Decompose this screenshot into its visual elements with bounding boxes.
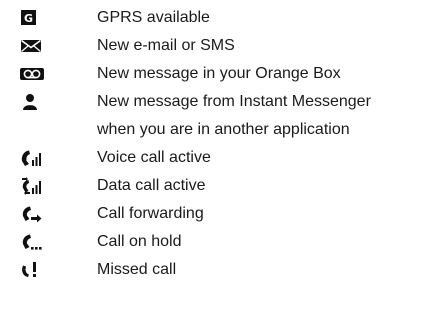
gprs-icon: G: [20, 9, 44, 27]
data-call-icon: [20, 177, 44, 195]
legend-label: Voice call active: [97, 149, 211, 166]
legend-label: New message in your Orange Box: [97, 65, 341, 82]
legend-label: New message from Instant Messenger: [97, 93, 371, 110]
status-icon-legend: G GPRS available New e-mail or SMS New m…: [0, 4, 445, 284]
legend-row: Data call active: [0, 172, 445, 200]
legend-label: Missed call: [97, 261, 177, 278]
legend-label: when you are in another application: [97, 121, 350, 138]
legend-label: Call forwarding: [97, 205, 204, 222]
legend-label: GPRS available: [97, 9, 210, 26]
legend-label: New e-mail or SMS: [97, 37, 235, 54]
legend-row-continuation: when you are in another application: [0, 116, 445, 144]
legend-row: Voice call active: [0, 144, 445, 172]
voicemail-icon: [20, 65, 44, 83]
legend-row: Missed call: [0, 256, 445, 284]
legend-row: Call on hold: [0, 228, 445, 256]
legend-label: Data call active: [97, 177, 206, 194]
legend-row: Call forwarding: [0, 200, 445, 228]
legend-label: Call on hold: [97, 233, 182, 250]
voice-call-icon: [20, 149, 44, 167]
legend-row: New message from Instant Messenger: [0, 88, 445, 116]
call-hold-icon: [20, 233, 44, 251]
person-icon: [20, 93, 44, 111]
svg-text:G: G: [24, 12, 33, 25]
envelope-icon: [20, 37, 44, 55]
legend-row: New e-mail or SMS: [0, 32, 445, 60]
legend-row: G GPRS available: [0, 4, 445, 32]
missed-call-icon: [20, 261, 44, 279]
legend-row: New message in your Orange Box: [0, 60, 445, 88]
call-forward-icon: [20, 205, 44, 223]
